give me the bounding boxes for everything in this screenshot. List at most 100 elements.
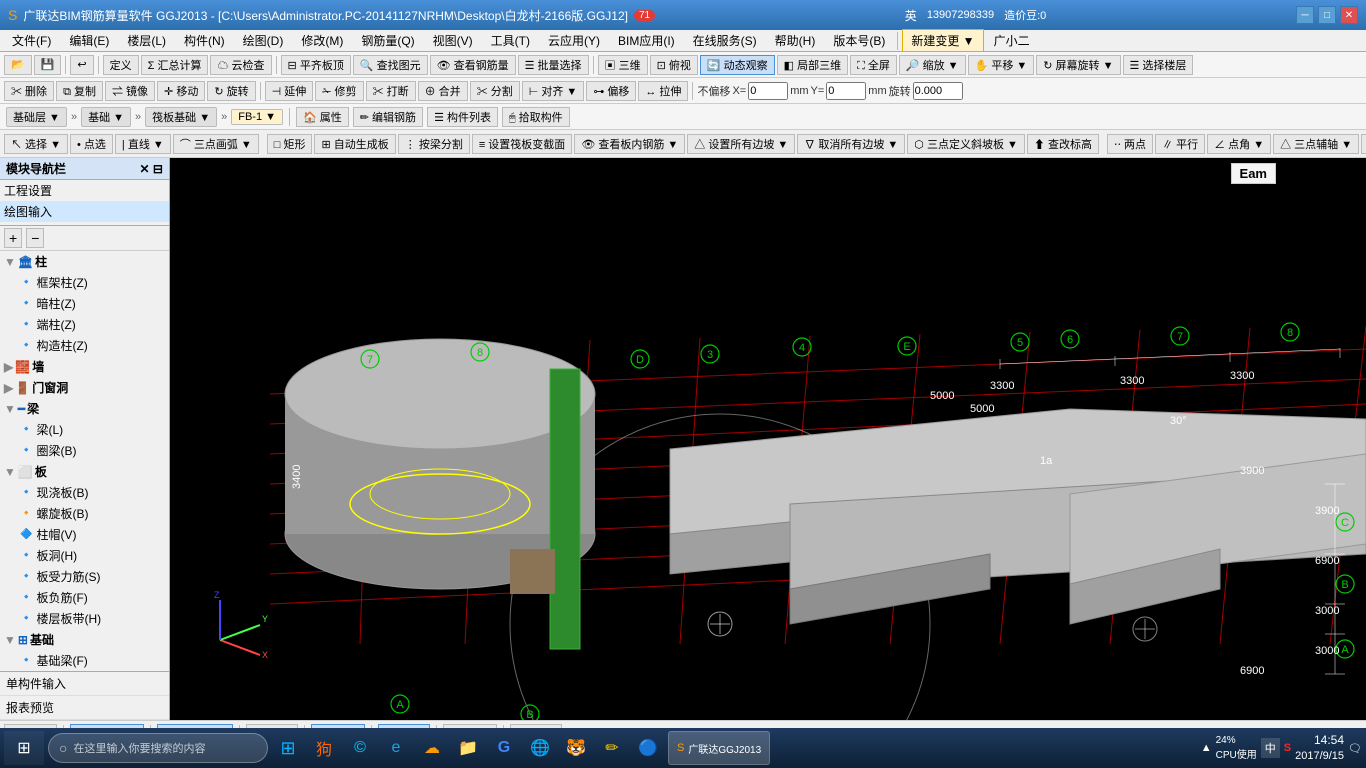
tree-group-wall[interactable]: ▶ 🧱 墙: [0, 356, 169, 377]
panel-minus-btn[interactable]: −: [26, 228, 44, 248]
menu-view[interactable]: 视图(V): [425, 30, 481, 51]
menu-online[interactable]: 在线服务(S): [685, 30, 765, 51]
taskbar-app-sougou[interactable]: 狗: [308, 731, 340, 765]
tree-item-spiral-slab[interactable]: 🔸螺旋板(B): [0, 503, 169, 524]
taskbar-app-pen[interactable]: ✏: [596, 731, 628, 765]
category-selector[interactable]: 基础 ▼: [81, 107, 131, 127]
btn-trim[interactable]: ✁ 修剪: [315, 81, 363, 101]
tree-item-foundation-beam[interactable]: 🔹基础梁(F): [0, 650, 169, 671]
taskbar-app-blue[interactable]: 🔵: [632, 731, 664, 765]
btn-undo[interactable]: ↩: [70, 55, 93, 75]
tree-group-column[interactable]: ▼ 🏛 柱: [0, 251, 169, 272]
btn-top-view[interactable]: ⊡ 俯视: [650, 55, 698, 75]
systray-lang[interactable]: 中: [1261, 738, 1280, 758]
btn-set-all-slope[interactable]: △ 设置所有边坡 ▼: [687, 134, 795, 154]
btn-delete[interactable]: ✂ 删除: [4, 81, 54, 101]
btn-copy[interactable]: ⧉ 复制: [56, 81, 103, 101]
btn-point-angle[interactable]: ∠ 点角 ▼: [1207, 134, 1271, 154]
type-selector[interactable]: 筏板基础 ▼: [145, 107, 217, 127]
btn-component-list[interactable]: ☰ 构件列表: [427, 107, 498, 127]
btn-sum[interactable]: Σ 汇总计算: [141, 55, 209, 75]
tree-item-beam[interactable]: 🔹梁(L): [0, 419, 169, 440]
section-drawing-input[interactable]: 绘图输入: [0, 201, 169, 222]
btn-view-rebar[interactable]: 👁 查看钢筋量: [430, 55, 516, 75]
menu-modify[interactable]: 修改(M): [293, 30, 351, 51]
taskbar-app-tiger[interactable]: 🐯: [560, 731, 592, 765]
menu-component[interactable]: 构件(N): [176, 30, 233, 51]
item-selector[interactable]: FB-1 ▼: [231, 109, 283, 125]
taskbar-app-folder[interactable]: 📁: [452, 731, 484, 765]
tree-item-dark-column[interactable]: 🔹暗柱(Z): [0, 293, 169, 314]
btn-view-slab-rebar[interactable]: 👁 查看板内钢筋 ▼: [574, 134, 685, 154]
tree-item-slab-hole[interactable]: 🔹板洞(H): [0, 545, 169, 566]
tree-item-cast-slab[interactable]: 🔹现浇板(B): [0, 482, 169, 503]
btn-point[interactable]: • 点选: [70, 134, 113, 154]
btn-define[interactable]: 定义: [103, 55, 139, 75]
taskbar-app-cloud[interactable]: ☁: [416, 731, 448, 765]
btn-merge[interactable]: ⊕ 合并: [418, 81, 468, 101]
taskbar-app-ie[interactable]: e: [380, 731, 412, 765]
btn-property[interactable]: 🏠 属性: [296, 107, 349, 127]
menu-help[interactable]: 帮助(H): [767, 30, 824, 51]
menu-cloud[interactable]: 云应用(Y): [540, 30, 608, 51]
taskbar-search[interactable]: ○ 在这里输入你要搜索的内容: [48, 733, 268, 763]
menu-version[interactable]: 版本号(B): [825, 30, 893, 51]
btn-zoom[interactable]: 🔎 缩放 ▼: [899, 55, 966, 75]
menu-new-change[interactable]: 新建变更 ▼: [902, 29, 983, 52]
btn-pan[interactable]: ✋ 平移 ▼: [968, 55, 1035, 75]
report-preview[interactable]: 报表预览: [0, 696, 169, 720]
btn-edit-height[interactable]: ⬆ 查改标高: [1027, 134, 1099, 154]
rotate-input[interactable]: [913, 82, 963, 100]
viewport[interactable]: 7 8 D 3 4 E: [170, 158, 1366, 720]
btn-split[interactable]: ✂ 分割: [470, 81, 520, 101]
taskbar-app-circle[interactable]: ©: [344, 731, 376, 765]
menu-draw[interactable]: 绘图(D): [235, 30, 292, 51]
minimize-button[interactable]: ─: [1296, 6, 1314, 24]
btn-move[interactable]: ✛ 移动: [157, 81, 205, 101]
menu-guangxiao[interactable]: 广小二: [986, 30, 1038, 51]
start-button[interactable]: ⊞: [4, 731, 44, 765]
btn-fullscreen[interactable]: ⛶ 全屏: [850, 55, 897, 75]
floor-selector[interactable]: 基础层 ▼: [6, 107, 67, 127]
y-input[interactable]: [826, 82, 866, 100]
tree-item-floor-band[interactable]: 🔹楼层板带(H): [0, 608, 169, 629]
btn-save[interactable]: 💾: [34, 55, 62, 75]
x-input[interactable]: [748, 82, 788, 100]
btn-line[interactable]: | 直线 ▼: [115, 134, 171, 154]
btn-find[interactable]: 🔍 查找图元: [353, 55, 428, 75]
menu-edit[interactable]: 编辑(E): [61, 30, 117, 51]
tree-group-foundation[interactable]: ▼ ⊞ 基础: [0, 629, 169, 650]
systray-notifications[interactable]: 🗨: [1348, 742, 1362, 755]
tree-item-neg-rebar[interactable]: 🔹板负筋(F): [0, 587, 169, 608]
taskbar-app-g[interactable]: G: [488, 731, 520, 765]
maximize-button[interactable]: □: [1318, 6, 1336, 24]
section-project-settings[interactable]: 工程设置: [0, 180, 169, 201]
btn-rotate[interactable]: ↻ 旋转: [207, 81, 255, 101]
systray-input[interactable]: S: [1284, 742, 1291, 754]
btn-split-beam[interactable]: ⋮ 按梁分割: [398, 134, 470, 154]
menu-tools[interactable]: 工具(T): [483, 30, 538, 51]
taskbar-app-globe[interactable]: 🌐: [524, 731, 556, 765]
panel-close-btn[interactable]: ✕ ⊟: [140, 162, 163, 176]
tree-group-door[interactable]: ▶ 🚪 门窗洞: [0, 377, 169, 398]
btn-two-point[interactable]: ⋅⋅ 两点: [1107, 134, 1153, 154]
btn-offset[interactable]: ⊶ 偏移: [586, 81, 636, 101]
btn-pick-component[interactable]: 🖱 拾取构件: [502, 107, 570, 127]
taskbar-app-windows[interactable]: ⊞: [272, 731, 304, 765]
panel-add-btn[interactable]: +: [4, 228, 22, 248]
btn-edit-rebar[interactable]: ✏ 编辑钢筋: [353, 107, 423, 127]
menu-file[interactable]: 文件(F): [4, 30, 59, 51]
btn-3pt-aux[interactable]: △ 三点辅轴 ▼: [1273, 134, 1359, 154]
btn-align-top[interactable]: ⊟ 平齐板顶: [281, 55, 351, 75]
btn-align[interactable]: ⊢ 对齐 ▼: [522, 81, 585, 101]
btn-arc[interactable]: ⌒ 三点画弧 ▼: [173, 134, 259, 154]
btn-set-section[interactable]: ≡ 设置筏板变截面: [472, 134, 572, 154]
btn-mirror[interactable]: ⇌ 镜像: [105, 81, 155, 101]
single-component-input[interactable]: 单构件输入: [0, 672, 169, 696]
btn-3d[interactable]: ▣ 三维: [598, 55, 648, 75]
menu-bim[interactable]: BIM应用(I): [610, 30, 683, 51]
btn-del-aux[interactable]: ✕ 删除辅轴 ▼: [1361, 134, 1366, 154]
btn-parallel[interactable]: ∥ 平行: [1155, 134, 1205, 154]
btn-select-tool[interactable]: ↖ 选择 ▼: [4, 134, 68, 154]
taskbar-active-app[interactable]: S 广联达GGJ2013: [668, 731, 770, 765]
